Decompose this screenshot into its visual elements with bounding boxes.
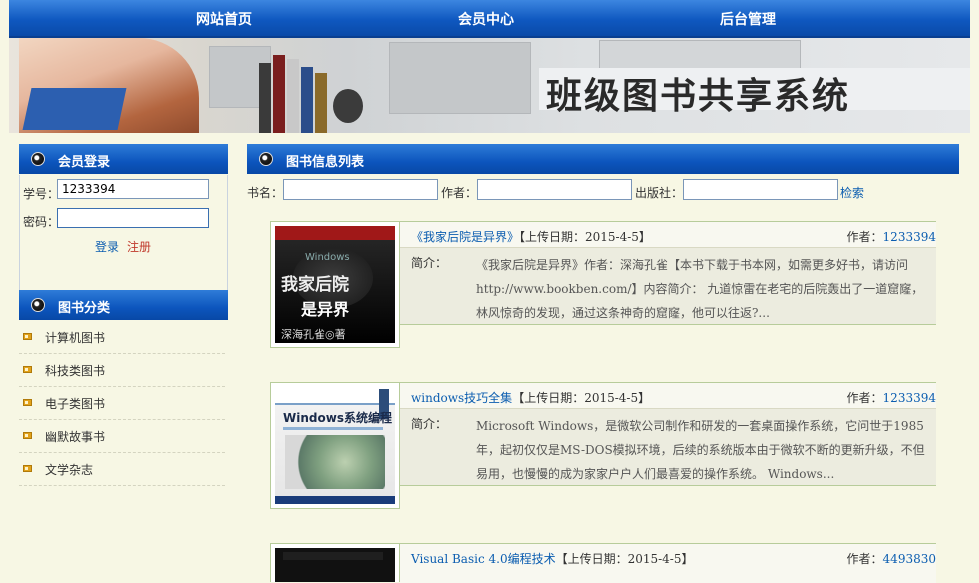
book-upload-date: 【上传日期：2015-4-5】	[519, 230, 651, 244]
login-panel: 学号： 密码： 登录 注册	[19, 175, 228, 291]
bullet-icon	[31, 298, 45, 312]
category-panel-header: 图书分类	[19, 290, 228, 320]
cover-image: 我家后院 是异界 深海孔雀◎著 Windows	[275, 226, 395, 343]
search-title-input[interactable]	[283, 179, 438, 200]
username-label: 学号：	[23, 187, 60, 201]
bullet-icon	[31, 152, 45, 166]
book-cover[interactable]: 我家后院 是异界 深海孔雀◎著 Windows	[270, 221, 400, 348]
site-title: 班级图书共享系统	[546, 76, 851, 117]
banner-book-image	[22, 88, 127, 130]
folder-icon	[23, 465, 32, 472]
cover-image	[275, 548, 395, 582]
cover-image: Windows系统编程	[275, 387, 395, 504]
category-label: 幽默故事书	[45, 430, 106, 444]
book-author-label: 作者：	[846, 391, 883, 405]
category-item[interactable]: 电子类图书	[19, 386, 225, 420]
bullet-icon	[259, 152, 273, 166]
login-panel-title: 会员登录	[58, 155, 111, 170]
book-author-link[interactable]: 4493830	[883, 552, 936, 566]
book-author-link[interactable]: 1233394	[883, 391, 936, 405]
folder-icon	[23, 399, 32, 406]
category-label: 电子类图书	[45, 397, 106, 411]
book-author-link[interactable]: 1233394	[883, 230, 936, 244]
banner: 班级图书共享系统	[9, 38, 970, 133]
banner-books-image	[259, 48, 369, 133]
top-nav: 网站首页 会员中心 后台管理	[9, 0, 970, 38]
register-link[interactable]: 注册	[127, 238, 151, 255]
folder-icon	[23, 333, 32, 340]
search-publisher-label: 出版社：	[635, 186, 684, 200]
category-label: 文学杂志	[45, 463, 94, 477]
password-input[interactable]	[57, 208, 209, 228]
book-list-header: 图书信息列表	[247, 144, 959, 174]
book-cover[interactable]	[270, 543, 400, 582]
book-cover[interactable]: Windows系统编程	[270, 382, 400, 509]
book-header: Visual Basic 4.0编程技术【上传日期：2015-4-5】 作者：4…	[400, 543, 936, 583]
search-author-input[interactable]	[477, 179, 632, 200]
book-upload-date: 【上传日期：2015-4-5】	[512, 391, 651, 405]
book-upload-date: 【上传日期：2015-4-5】	[555, 552, 694, 566]
intro-text: Microsoft Windows，是微软公司制作和研发的一套桌面操作系统，它问…	[476, 419, 925, 481]
category-label: 科技类图书	[45, 364, 106, 378]
banner-building	[389, 42, 531, 114]
book-header: 《我家后院是异界》【上传日期：2015-4-5】 作者：1233394	[400, 221, 936, 248]
password-label: 密码：	[23, 215, 60, 229]
category-item[interactable]: 科技类图书	[19, 353, 225, 387]
book-author-label: 作者：	[846, 230, 883, 244]
intro-text: 《我家后院是异界》作者：深海孔雀【本书下载于书本网，如需更多好书，请访问http…	[476, 258, 924, 320]
search-link[interactable]: 检索	[840, 184, 864, 201]
book-title-link[interactable]: 《我家后院是异界》	[411, 230, 519, 244]
username-input[interactable]	[57, 179, 209, 199]
login-link[interactable]: 登录	[95, 238, 119, 255]
category-item[interactable]: 幽默故事书	[19, 419, 225, 453]
book-author-label: 作者：	[846, 552, 883, 566]
category-item[interactable]: 文学杂志	[19, 452, 225, 486]
nav-home[interactable]: 网站首页	[196, 9, 252, 29]
search-title-label: 书名：	[247, 186, 284, 200]
book-intro: 简介： 《我家后院是异界》作者：深海孔雀【本书下载于书本网，如需更多好书，请访问…	[400, 247, 936, 325]
folder-icon	[23, 366, 32, 373]
nav-member-center[interactable]: 会员中心	[458, 9, 514, 29]
book-header: windows技巧全集【上传日期：2015-4-5】 作者：1233394	[400, 382, 936, 409]
intro-label: 简介：	[411, 417, 448, 431]
folder-icon	[23, 432, 32, 439]
book-intro: 简介： Microsoft Windows，是微软公司制作和研发的一套桌面操作系…	[400, 408, 936, 486]
category-item[interactable]: 计算机图书	[19, 320, 225, 354]
intro-label: 简介：	[411, 256, 448, 270]
book-title-link[interactable]: Visual Basic 4.0编程技术	[411, 552, 556, 566]
category-label: 计算机图书	[45, 331, 106, 345]
category-panel-title: 图书分类	[58, 301, 111, 316]
search-author-label: 作者：	[441, 186, 478, 200]
login-panel-header: 会员登录	[19, 144, 228, 174]
search-publisher-input[interactable]	[683, 179, 838, 200]
nav-admin[interactable]: 后台管理	[720, 9, 776, 29]
book-title-link[interactable]: windows技巧全集	[411, 391, 512, 405]
book-list-title: 图书信息列表	[286, 155, 365, 170]
